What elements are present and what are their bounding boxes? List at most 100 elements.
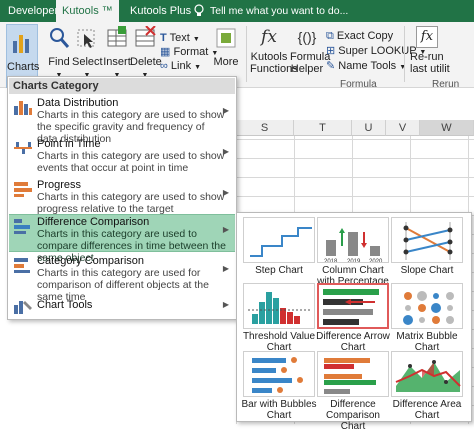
difference-comparison-submenu: Step Chart 2018 2019 2020 Column Chart wit… (236, 212, 472, 432)
menu-item-title: Chart Tools (37, 299, 93, 311)
progress-icon (13, 180, 33, 201)
rerun-label-2: last utilit (410, 63, 450, 75)
threshold-value-chart-label[interactable]: Threshold Value Chart (239, 331, 319, 353)
year-label: 2020 (369, 259, 383, 263)
menu-item-progress[interactable]: Progress Charts in this category are use… (9, 178, 235, 215)
select-label: Select (72, 56, 103, 68)
menu-item-title: Category Comparison (37, 255, 144, 267)
ribbon-separator (246, 26, 247, 82)
rerun-button[interactable]: fx Re-run last utilit (410, 26, 472, 75)
copy-icon: ⧉ (326, 30, 334, 42)
submenu-arrow-icon: ▶ (222, 225, 229, 234)
delete-table-icon (130, 25, 160, 53)
column-chart-percentage-thumbnail[interactable]: 2018 2019 2020 (317, 217, 389, 263)
submenu-arrow-icon: ▶ (222, 300, 229, 309)
bar-with-bubbles-chart-thumbnail[interactable] (243, 351, 315, 397)
column-header-s[interactable]: S (236, 120, 294, 136)
category-comparison-icon (13, 256, 33, 277)
kutools-functions-label-1: Kutools (250, 51, 288, 63)
link-label: Link (170, 60, 192, 72)
difference-area-chart-thumbnail[interactable] (391, 351, 463, 397)
formula-helper-label-2: Helper (290, 63, 324, 75)
menu-item-title: Difference Comparison (37, 216, 150, 228)
lookup-icon: ⊞ (326, 45, 336, 57)
matrix-bubble-chart-label[interactable]: Matrix Bubble Chart (387, 331, 467, 353)
difference-comparison-icon (13, 217, 33, 238)
find-button[interactable]: Find ▼ (44, 26, 74, 82)
kutools-functions-button[interactable]: fx Kutools Functions (250, 26, 298, 75)
slope-chart-thumbnail[interactable] (391, 217, 463, 263)
column-header-v[interactable]: V (386, 120, 420, 136)
formula-helper-label-1: Formula (290, 51, 331, 63)
more-icon (212, 26, 240, 53)
slope-chart-label[interactable]: Slope Chart (387, 265, 467, 276)
column-header-w[interactable]: W (420, 120, 474, 136)
format-icon: ▦ (160, 46, 171, 58)
braces-icon: {()} (297, 29, 317, 45)
dropdown-arrow-icon: ▼ (192, 36, 200, 43)
text-label: Text (169, 32, 190, 44)
ribbon-tab-bar: Developer Kutools ™ Kutools Plus Tell me… (0, 0, 474, 22)
submenu-arrow-icon: ▶ (222, 264, 229, 273)
difference-comparison-chart-label[interactable]: Difference Comparison Chart (313, 399, 393, 432)
year-label: 2018 (324, 259, 338, 263)
column-header-t[interactable]: T (294, 120, 352, 136)
more-button[interactable]: More (212, 26, 240, 68)
column-header-u[interactable]: U (352, 120, 386, 136)
rerun-label-1: Re-run (410, 51, 444, 63)
name-tools-button[interactable]: ✎ Name Tools ▼ (326, 58, 406, 74)
dropdown-arrow-icon: ▼ (194, 64, 202, 71)
menu-item-title: Point in Time (37, 138, 101, 150)
menu-item-title: Data Distribution (37, 97, 119, 109)
menu-item-title: Progress (37, 179, 82, 191)
link-button[interactable]: ∞ Link ▼ (160, 58, 201, 74)
more-label: More (213, 56, 239, 68)
link-icon: ∞ (160, 60, 168, 72)
difference-area-chart-label[interactable]: Difference Area Chart (387, 399, 467, 421)
point-in-time-icon (13, 139, 33, 160)
menu-item-chart-tools[interactable]: Chart Tools ▶ (9, 295, 235, 317)
lightbulb-icon (194, 4, 204, 21)
year-label: 2019 (347, 259, 361, 263)
step-chart-label[interactable]: Step Chart (239, 265, 319, 276)
select-cursor-icon (72, 26, 102, 53)
submenu-arrow-icon: ▶ (222, 147, 229, 156)
submenu-arrow-icon: ▶ (222, 106, 229, 115)
tell-me-search[interactable]: Tell me what you want to do... (204, 0, 354, 22)
menu-item-point-in-time[interactable]: Point in Time Charts in this category ar… (9, 137, 235, 177)
formula-helper-button[interactable]: {()} Formula Helper (290, 26, 330, 75)
tab-kutools-plus[interactable]: Kutools Plus (124, 0, 197, 22)
menu-item-description: Charts in this category are used to show… (37, 150, 225, 174)
exact-copy-button[interactable]: ⧉ Exact Copy (326, 28, 393, 44)
delete-button[interactable]: Delete ▼ (130, 25, 162, 82)
submenu-arrow-icon: ▶ (222, 188, 229, 197)
menu-item-data-distribution[interactable]: Data Distribution Charts in this categor… (9, 96, 235, 145)
menu-item-category-comparison[interactable]: Category Comparison Charts in this categ… (9, 254, 235, 303)
bar-with-bubbles-chart-label[interactable]: Bar with Bubbles Chart (239, 399, 319, 421)
menu-item-difference-comparison[interactable]: Difference Comparison Charts in this cat… (9, 214, 235, 264)
magnifier-icon (44, 26, 74, 53)
rerun-group-label: Rerun (432, 79, 460, 90)
rerun-fx-icon: fx (416, 26, 438, 48)
select-button[interactable]: Select ▼ (72, 26, 103, 82)
find-label: Find (48, 56, 70, 68)
difference-arrow-chart-thumbnail[interactable] (317, 283, 389, 329)
exact-copy-label: Exact Copy (336, 30, 394, 42)
threshold-value-chart-thumbnail[interactable] (243, 283, 315, 329)
menu-item-description: Charts in this category are used to show… (37, 191, 225, 215)
difference-comparison-chart-thumbnail[interactable] (317, 351, 389, 397)
charts-label: Charts (7, 61, 40, 73)
tab-kutools[interactable]: Kutools ™ (56, 0, 119, 22)
tab-developer[interactable]: Developer (2, 0, 64, 22)
matrix-bubble-chart-thumbnail[interactable] (391, 283, 463, 329)
menu-header: Charts Category (9, 78, 235, 94)
insert-label: Insert (103, 56, 131, 68)
insert-table-icon (102, 26, 132, 53)
insert-button[interactable]: Insert ▼ (102, 26, 132, 82)
formula-group-label: Formula (340, 79, 377, 90)
difference-arrow-chart-label[interactable]: Difference Arrow Chart (313, 331, 393, 353)
name-tools-label: Name Tools (338, 60, 397, 72)
step-chart-thumbnail[interactable] (243, 217, 315, 263)
data-distribution-icon (13, 98, 33, 119)
format-label: Format (173, 46, 209, 58)
